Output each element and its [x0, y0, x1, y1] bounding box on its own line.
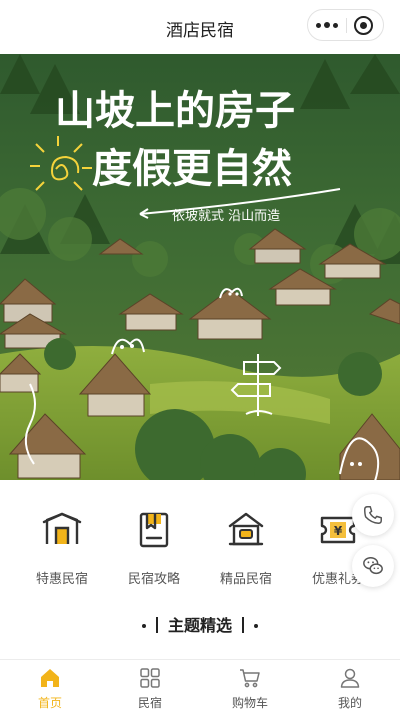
tab-label: 首页: [37, 696, 62, 710]
mini-program-capsule: [307, 9, 384, 41]
navigation-bar: 酒店民宿: [0, 0, 400, 54]
decor-dot: [141, 624, 146, 628]
bottom-tab-bar: 首页 民宿 购物车 我的: [0, 659, 400, 712]
decor-bar: [155, 617, 158, 633]
svg-text:¥: ¥: [334, 524, 343, 538]
user-icon: [340, 668, 360, 688]
phone-icon: [364, 506, 382, 524]
tab-label: 民宿: [137, 696, 162, 710]
category-menu: 特惠民宿 民宿攻略 精品民宿 ¥ 优惠礼券: [0, 480, 400, 600]
capsule-divider: [346, 18, 347, 33]
more-dot-icon: [316, 23, 321, 28]
banner-tagline: 依坡就式 沿山而造: [172, 209, 280, 224]
category-item-homestay-guide[interactable]: 民宿攻略: [114, 508, 194, 587]
boutique-house-icon: [228, 512, 264, 546]
tab-home[interactable]: 首页: [0, 666, 100, 711]
guide-book-icon: [139, 512, 169, 548]
phone-call-button[interactable]: [352, 494, 394, 536]
more-dot-icon: [333, 23, 338, 28]
hero-banner[interactable]: 山坡上的房子 度假更自然 依坡就式 沿山而造: [0, 54, 400, 480]
section-header: 主题精选: [0, 612, 400, 636]
tab-profile[interactable]: 我的: [300, 666, 400, 711]
section-title: 主题精选: [167, 616, 232, 635]
decor-bar: [242, 617, 244, 633]
wechat-chat-button[interactable]: [352, 545, 394, 587]
category-item-boutique-homestay[interactable]: 精品民宿: [206, 508, 286, 587]
more-dot-icon: [324, 22, 330, 28]
tab-homestay[interactable]: 民宿: [100, 666, 200, 711]
category-item-discount-homestay[interactable]: 特惠民宿: [22, 508, 102, 587]
decor-dot: [254, 624, 258, 628]
banner-illustration: 山坡上的房子 度假更自然 依坡就式 沿山而造: [0, 54, 400, 480]
tab-cart[interactable]: 购物车: [200, 666, 300, 711]
tab-label: 我的: [337, 696, 362, 710]
category-label: 民宿攻略: [127, 572, 180, 587]
close-mini-program-icon[interactable]: [354, 16, 373, 35]
home-icon: [41, 669, 59, 687]
cart-icon: [240, 669, 260, 688]
category-label: 精品民宿: [219, 572, 272, 587]
tab-label: 购物车: [231, 696, 268, 710]
discount-house-icon: [42, 512, 82, 544]
wechat-icon: [363, 557, 383, 575]
banner-title-line2: 度假更自然: [92, 146, 292, 192]
category-label: 特惠民宿: [35, 572, 88, 587]
banner-title-line1: 山坡上的房子: [55, 88, 295, 134]
grid-icon: [140, 668, 160, 688]
more-options-button[interactable]: [308, 10, 346, 40]
